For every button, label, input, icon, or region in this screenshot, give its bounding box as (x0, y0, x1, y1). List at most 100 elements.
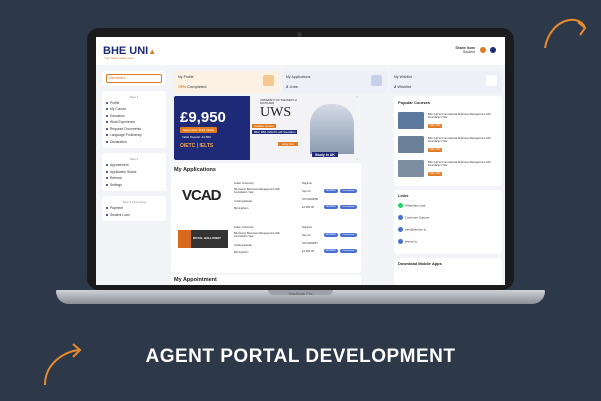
link-support[interactable]: Customer Support (398, 215, 429, 220)
course-item[interactable]: BSc (Hons) International Business Manage… (398, 136, 502, 157)
appointment-title: My Appointment (174, 277, 217, 283)
stat-value: 2 Jobs (286, 84, 298, 89)
application-row[interactable]: VCAD Arden University BA (Hons) Business… (174, 179, 358, 215)
vcad-logo: VCAD (182, 187, 222, 204)
course-text: BSc (Hons) International Business Manage… (428, 137, 491, 144)
course-text: BSc (Hons) International Business Manage… (428, 161, 491, 168)
apply-now-button[interactable]: Apply Now (278, 142, 298, 146)
payment-icon (106, 207, 108, 210)
offer-badge: Unconditional Offer (340, 249, 357, 256)
stat-value: 2 Wishlist (394, 84, 412, 89)
whatsapp-icon (398, 203, 403, 208)
courses-list: BBA | MBA | MSc/PG with Specialism (252, 130, 298, 134)
document-icon (106, 127, 108, 130)
courses-tag: Available Courses (252, 124, 277, 128)
notification-icon[interactable] (480, 47, 486, 53)
course-thumbnail (398, 136, 424, 153)
course-item[interactable]: BSc (Hons) International Business Manage… (398, 112, 502, 133)
heart-icon (486, 75, 497, 86)
stat-card-applications[interactable]: My Applications 2 Jobs (282, 71, 387, 93)
laptop-base: MacBook Pro (56, 290, 545, 304)
declaration-icon (106, 140, 108, 143)
app-intake: Sep 24 (302, 190, 311, 193)
language-icon (106, 134, 108, 137)
app-course: BA (Hons) Business Management with Found… (234, 232, 280, 238)
sidebar-item-dashboard[interactable]: Dashboard (106, 74, 162, 83)
app-fee: £4,950.00 (302, 250, 314, 253)
app-intake: Sep 24 (302, 234, 311, 237)
avatar[interactable] (490, 47, 496, 53)
app-level: Undergraduate (234, 200, 252, 203)
user-role: Student (462, 50, 475, 54)
course-thumbnail (398, 112, 424, 129)
royal-holloway-logo: ROYAL HOLLOWAY (178, 230, 228, 248)
course-text: BSc (Hons) International Business Manage… (428, 113, 491, 120)
stat-title: My Applications (286, 75, 311, 79)
course-apply-button[interactable]: Apply Now (428, 172, 442, 176)
logo-tagline: Your future starts here (104, 56, 134, 60)
status-icon (106, 170, 108, 173)
orange-swirl-top-right (544, 18, 587, 49)
download-apps-title: Download Mobile Apps (398, 261, 442, 266)
course-icon (106, 108, 108, 111)
laptop-brand: MacBook Pro (288, 291, 313, 296)
links-card (394, 190, 502, 254)
course-thumbnail (398, 160, 424, 177)
promo-banner[interactable]: £9,950 September 2024 Intake Initial Dep… (174, 96, 358, 160)
status-badge: Enrolled (324, 189, 338, 193)
app-fee: £4,950.00 (302, 206, 314, 209)
banner-intake: September 2024 Intake (180, 127, 218, 133)
sidebar-card-step3: Step 3 Upcoming Payment Student Loan (102, 196, 166, 221)
app-ref: STU0000057 (302, 242, 318, 245)
applications-title: My Applications (174, 167, 216, 173)
stat-title: My Wishlist (394, 75, 412, 79)
sidebar-item-student-loan[interactable]: Student Loan (106, 212, 162, 219)
course-apply-button[interactable]: Apply Now (428, 148, 442, 152)
globe-icon (398, 239, 403, 244)
user-info[interactable]: Shane Isom Student (455, 46, 475, 54)
calendar-icon (106, 164, 108, 167)
sidebar-item-declaration[interactable]: Declaration (106, 139, 162, 146)
app-course: BA (Hons) Business Management with Found… (234, 188, 280, 194)
course-item[interactable]: BSc (Hons) International Business Manage… (398, 160, 502, 181)
top-bar: BHE UNI▲ Your future starts here Shane I… (96, 37, 505, 65)
app-city: Birmingham (234, 207, 249, 210)
referral-icon (106, 177, 108, 180)
app-ref: STU0000058 (302, 198, 318, 201)
app-city: Birmingham (234, 251, 249, 254)
mail-icon (398, 227, 403, 232)
app-university: Arden University (234, 226, 254, 229)
students-photo (310, 104, 354, 154)
banner-deposit: Initial Deposit: £1,500 (182, 135, 211, 139)
caption-title: AGENT PORTAL DEVELOPMENT (145, 346, 456, 367)
course-apply-button[interactable]: Apply Now (428, 124, 442, 128)
status-badge: Enrolled (324, 233, 338, 237)
banner-tests: OIETC | IELTS (180, 143, 214, 149)
offer-badge: Unconditional Offer (340, 205, 357, 212)
status-badge: Enrolled (324, 249, 338, 253)
sidebar-card-main: Dashboard (102, 71, 166, 86)
banner-right-panel: UNIVERSITY OF THE WEST of SCOTLAND UWS A… (250, 96, 358, 160)
sidebar-card-step1: Step 1 Profile My Course Education Work … (102, 90, 166, 148)
stat-card-profile[interactable]: My Profile 75% Completed (174, 71, 279, 93)
link-email[interactable]: care@bheuni.io (398, 227, 426, 232)
links-title: Links (398, 193, 409, 198)
app-mode: Daytime (302, 226, 312, 229)
offer-badge: Unconditional Offer (340, 189, 357, 196)
logo-text: ROYAL HOLLOWAY (193, 236, 222, 240)
sidebar-item-settings[interactable]: Settings (106, 182, 162, 189)
gear-icon (106, 183, 108, 186)
briefcase-icon (106, 121, 108, 124)
stat-value: 75% Completed (178, 84, 207, 89)
profile-icon (106, 101, 108, 104)
uni-name-big: UWS (260, 105, 292, 120)
app-mode: Daytime (302, 182, 312, 185)
stat-card-wishlist[interactable]: My Wishlist 2 Wishlist (390, 71, 502, 93)
clipboard-icon (371, 75, 382, 86)
application-row[interactable]: ROYAL HOLLOWAY Arden University BA (Hons… (174, 223, 358, 259)
support-icon (398, 215, 403, 220)
link-whatsapp[interactable]: WhatsApp chat (398, 203, 425, 208)
sidebar-card-step2: Step 2 Appointment Application Status Re… (102, 153, 166, 191)
loan-icon (106, 213, 108, 216)
link-website[interactable]: bheuni.io (398, 239, 417, 244)
